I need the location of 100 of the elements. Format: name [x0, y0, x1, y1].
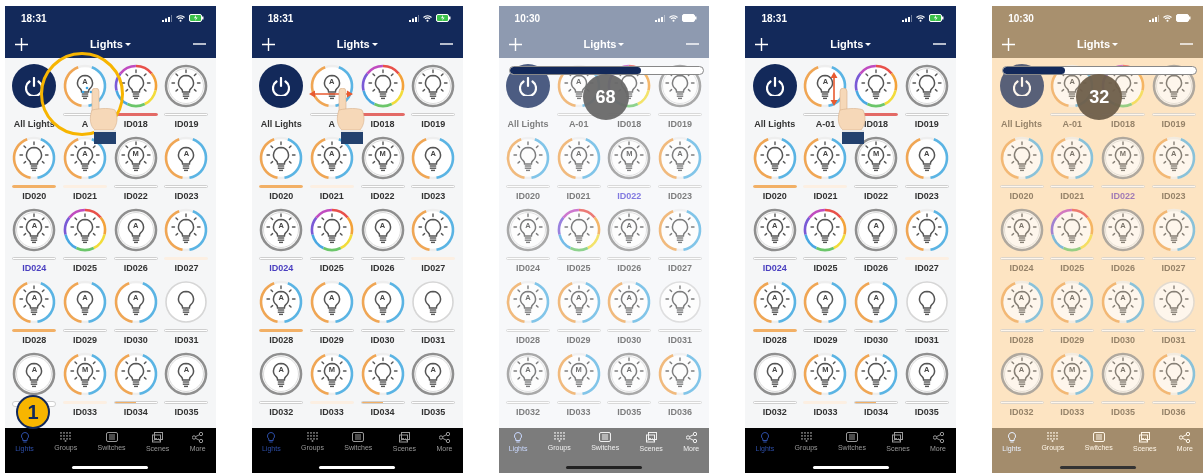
- minus-icon: [439, 43, 453, 45]
- light-label: ID031: [421, 335, 446, 346]
- power-button[interactable]: [12, 64, 57, 108]
- brightness-bar: [113, 257, 158, 260]
- power-button[interactable]: [752, 64, 797, 108]
- light-label: ID034: [864, 407, 889, 418]
- wifi-icon: [422, 14, 432, 22]
- light-label: ID033: [1060, 407, 1085, 418]
- light-label: ID029: [319, 335, 344, 346]
- light-bulb-icon[interactable]: [411, 64, 456, 108]
- light-label: ID031: [1161, 335, 1186, 346]
- light-bulb-icon[interactable]: [113, 64, 158, 108]
- light-label: ID035: [914, 407, 939, 418]
- light-label: ID021: [1060, 191, 1085, 202]
- light-label: ID022: [123, 191, 148, 202]
- light-label: ID022: [370, 191, 395, 202]
- share-icon: [685, 432, 697, 443]
- light-label: ID030: [864, 335, 889, 346]
- light-bulb-icon[interactable]: [164, 64, 209, 108]
- brightness-bar: [658, 329, 703, 332]
- light-bulb-icon[interactable]: [12, 208, 57, 252]
- switch-panel-icon: [1092, 432, 1105, 442]
- light-label: ID028: [515, 335, 540, 346]
- add-button[interactable]: [13, 35, 30, 53]
- power-button[interactable]: [259, 64, 304, 108]
- brightness-bar: [1100, 185, 1145, 188]
- brightness-bar: [854, 257, 899, 260]
- brightness-bar: [904, 401, 949, 404]
- light-label: ID023: [1161, 191, 1186, 202]
- light-label: All Lights: [754, 119, 796, 130]
- light-label: ID027: [421, 263, 446, 274]
- brightness-bar: [411, 113, 456, 116]
- light-label: ID018: [123, 119, 148, 130]
- light-bulb-icon[interactable]: [113, 208, 158, 252]
- light-bulb-icon[interactable]: [411, 352, 456, 396]
- add-button[interactable]: [259, 35, 277, 53]
- light-label: ID019: [174, 119, 199, 130]
- light-label: ID023: [914, 191, 939, 202]
- add-button[interactable]: [753, 35, 771, 53]
- brightness-bar: [1151, 113, 1196, 116]
- light-bulb-icon[interactable]: [904, 64, 949, 108]
- brightness-bar: [854, 185, 899, 188]
- light-label: ID019: [668, 119, 693, 130]
- signal-icon: [902, 14, 913, 22]
- light-bulb-icon[interactable]: [164, 352, 209, 396]
- light-label: ID026: [864, 263, 889, 274]
- light-label: ID019: [914, 119, 939, 130]
- brightness-bar: [1100, 257, 1145, 260]
- light-label: ID024: [22, 263, 47, 274]
- light-bulb-icon[interactable]: [113, 136, 158, 180]
- lights-dropdown[interactable]: Lights: [334, 36, 380, 52]
- light-bulb-icon[interactable]: [752, 208, 797, 252]
- light-label: ID035: [1110, 407, 1135, 418]
- grid-icon: [307, 432, 318, 442]
- light-label: ID020: [515, 191, 540, 202]
- brightness-bar: [1050, 257, 1095, 260]
- brightness-slider[interactable]: [1002, 66, 1198, 75]
- share-icon: [192, 432, 204, 443]
- light-bulb-icon[interactable]: [854, 208, 899, 252]
- remove-button[interactable]: [437, 41, 455, 47]
- wifi-icon: [669, 14, 679, 22]
- light-bulb-icon[interactable]: [360, 64, 405, 108]
- light-bulb-icon[interactable]: [63, 208, 108, 252]
- light-label: A: [328, 119, 336, 130]
- light-label: ID021: [813, 191, 838, 202]
- caret-icon: [1112, 42, 1119, 46]
- light-bulb-icon: [20, 432, 29, 443]
- light-label: ID031: [914, 335, 939, 346]
- lights-dropdown[interactable]: Lights: [87, 36, 133, 52]
- light-label: ID027: [1161, 263, 1186, 274]
- brightness-bar: [607, 185, 652, 188]
- light-bulb-icon[interactable]: [803, 208, 848, 252]
- light-bulb-icon[interactable]: [259, 208, 304, 252]
- light-label: ID029: [566, 335, 591, 346]
- light-label: A-01: [1062, 119, 1082, 130]
- light-bulb-icon[interactable]: [904, 352, 949, 396]
- light-label: ID020: [22, 191, 47, 202]
- light-label: ID034: [370, 407, 395, 418]
- light-label: ID022: [864, 191, 889, 202]
- light-bulb-icon[interactable]: [259, 352, 304, 396]
- light-label: A-01: [815, 119, 836, 130]
- light-bulb-icon[interactable]: [854, 64, 899, 108]
- light-bulb-icon[interactable]: [854, 136, 899, 180]
- lights-dropdown[interactable]: Lights: [828, 36, 874, 52]
- brightness-bar: [999, 401, 1044, 404]
- light-bulb-icon[interactable]: [752, 352, 797, 396]
- brightness-bar: [556, 401, 601, 404]
- light-label: ID032: [1009, 407, 1034, 418]
- light-bulb-icon[interactable]: [360, 136, 405, 180]
- remove-button[interactable]: [931, 41, 949, 47]
- light-bulb-icon[interactable]: [360, 208, 405, 252]
- light-label: ID024: [762, 263, 787, 274]
- light-label: ID024: [269, 263, 294, 274]
- light-bulb-icon[interactable]: [309, 208, 354, 252]
- light-label: ID025: [1060, 263, 1085, 274]
- remove-button[interactable]: [190, 41, 208, 47]
- brightness-slider[interactable]: [508, 66, 704, 75]
- brightness-bar: [556, 329, 601, 332]
- light-label: All Lights: [13, 119, 55, 130]
- light-bulb-icon[interactable]: [12, 352, 57, 396]
